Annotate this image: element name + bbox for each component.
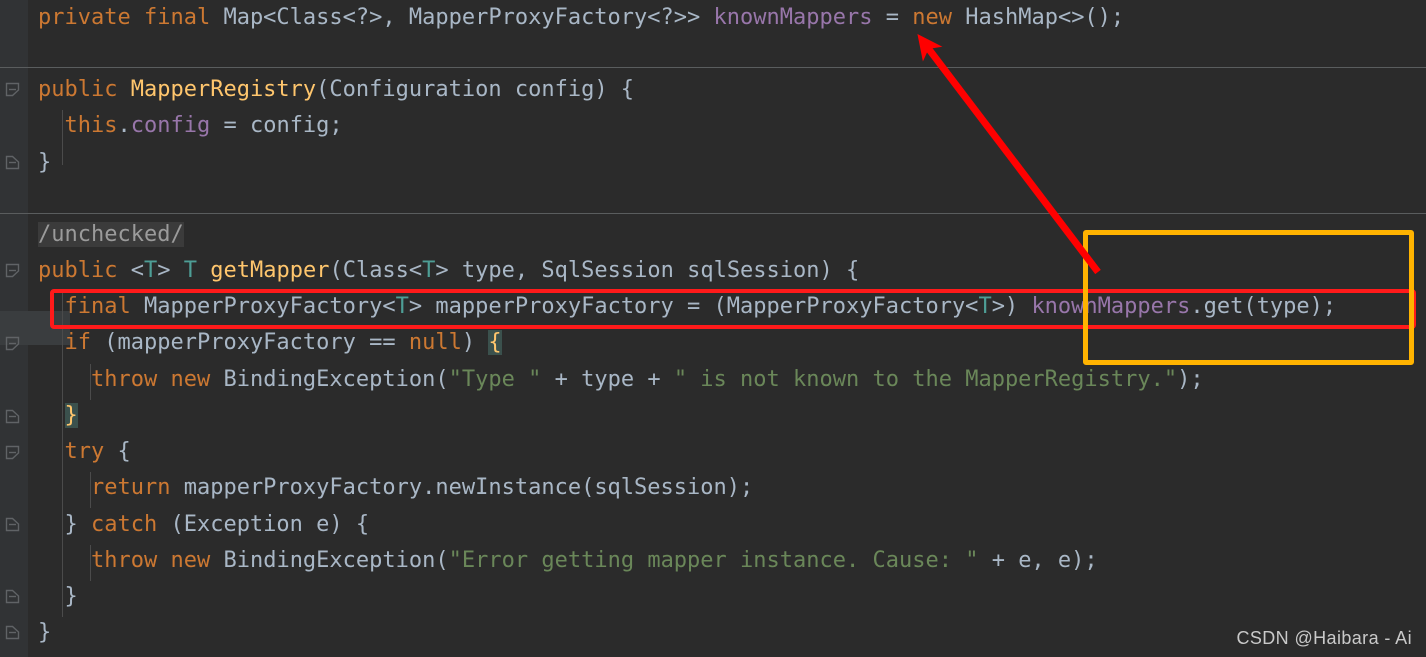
code-token: public [38,258,118,283]
code-token: ); [1177,367,1204,392]
code-token: + e, e); [978,548,1098,573]
line-this-config[interactable]: this.config = config; [38,108,343,144]
code-token: >) [991,294,1032,319]
code-token: MapperRegistry [130,77,317,102]
line-try-open[interactable]: try { [38,434,131,470]
code-token: BindingException( [210,548,449,573]
code-token: > type, SqlSession sqlSession) { [435,258,860,283]
code-token: (Exception e) { [157,512,370,537]
code-token: MapperProxyFactory< [130,294,396,319]
code-token: mapperProxyFactory.newInstance(sqlSessio… [170,475,754,500]
code-token: knownMappers [1031,294,1191,319]
code-token: T [183,258,197,283]
code-token: config [130,113,211,138]
code-token: new [170,548,211,573]
code-content[interactable]: private final Map<Class<?>, MapperProxyF… [0,0,1426,657]
line-constructor-close[interactable]: } [38,145,51,181]
line-method-close[interactable]: } [38,615,51,651]
line-mapperproxyfactory-lookup[interactable]: final MapperProxyFactory<T> mapperProxyF… [38,289,1337,325]
code-token: new [912,5,952,30]
code-token: { [104,439,131,464]
code-token: (Configuration config) { [316,77,635,102]
code-token: } [38,584,78,609]
code-token: > mapperProxyFactory = (MapperProxyFacto… [408,294,979,319]
line-catch-close[interactable]: } [38,579,78,615]
code-token: (Class< [329,258,423,283]
code-token: < [117,258,144,283]
line-return-newinstance[interactable]: return mapperProxyFactory.newInstance(sq… [38,470,753,506]
code-token: /unchecked/ [38,222,184,247]
code-token: catch [90,512,158,537]
line-throw-type-not-known[interactable]: throw new BindingException("Type " + typ… [38,362,1204,398]
line-field-declaration[interactable]: private final Map<Class<?>, MapperProxyF… [38,0,1124,36]
code-token: final [143,5,211,30]
code-token: knownMappers [713,5,873,30]
code-token: throw [90,548,158,573]
code-token: "Error getting mapper instance. Cause: " [448,548,979,573]
code-token: "Type " [448,367,542,392]
line-catch-exception[interactable]: } catch (Exception e) { [38,507,369,543]
code-token: } [38,620,52,645]
code-token: BindingException( [210,367,449,392]
line-throw-error-getting[interactable]: throw new BindingException("Error gettin… [38,543,1098,579]
code-token: getMapper [210,258,330,283]
code-token: return [90,475,171,500]
code-token: T [422,258,436,283]
line-constructor-signature[interactable]: public MapperRegistry(Configuration conf… [38,72,634,108]
code-token: = config; [210,113,343,138]
code-token: T [143,258,158,283]
code-token: public [38,77,118,102]
line-unchecked-comment[interactable]: /unchecked/ [38,217,184,253]
code-token: HashMap<>(); [951,5,1125,30]
code-token: throw [90,367,158,392]
code-token: new [170,367,211,392]
code-token: this [64,113,118,138]
code-token: = [872,5,913,30]
code-token: . [117,113,131,138]
code-token: T [395,294,409,319]
code-token: final [64,294,131,319]
line-getmapper-signature[interactable]: public <T> T getMapper(Class<T> type, Sq… [38,253,859,289]
code-token: > [157,258,184,283]
code-token: } [64,403,78,428]
code-token: } [38,150,52,175]
code-token: + type + [541,367,674,392]
code-token: if [64,330,92,355]
code-token: private [38,5,131,30]
code-token: } [38,512,91,537]
code-token: null [408,330,462,355]
code-editor-screenshot: private final Map<Class<?>, MapperProxyF… [0,0,1426,657]
code-token: .get(type); [1190,294,1337,319]
code-token: ) [461,330,489,355]
code-token: Map<Class<?>, MapperProxyFactory<?>> [210,5,714,30]
line-null-check[interactable]: if (mapperProxyFactory == null) { [38,325,502,361]
code-token: { [488,330,502,355]
code-token: (mapperProxyFactory == [91,330,409,355]
watermark-text: CSDN @Haibara - Ai [1236,628,1412,648]
code-token: " is not known to the MapperRegistry." [673,367,1178,392]
code-token: T [978,294,992,319]
line-nullcheck-close[interactable]: } [38,398,78,434]
code-token: try [64,439,105,464]
